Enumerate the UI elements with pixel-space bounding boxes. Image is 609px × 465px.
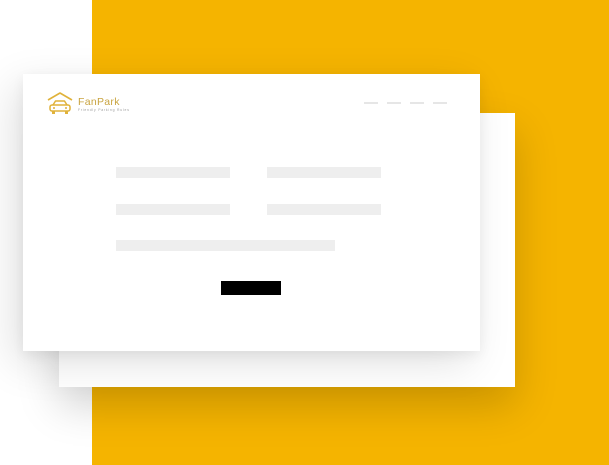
nav-item-1[interactable] xyxy=(364,102,378,104)
form-field-3[interactable] xyxy=(116,204,230,215)
form-field-4[interactable] xyxy=(267,204,381,215)
form-field-2[interactable] xyxy=(267,167,381,178)
nav-item-4[interactable] xyxy=(433,102,447,104)
brand-name: FanPark xyxy=(78,95,120,108)
logo[interactable]: FanPark Friendly Parking Rules xyxy=(45,91,130,117)
brand-tagline: Friendly Parking Rules xyxy=(78,107,130,112)
form-field-1[interactable] xyxy=(116,167,230,178)
submit-button[interactable] xyxy=(221,281,281,295)
form-field-5[interactable] xyxy=(116,240,335,251)
nav-menu xyxy=(364,102,456,104)
nav-item-3[interactable] xyxy=(410,102,424,104)
nav-item-2[interactable] xyxy=(387,102,401,104)
car-garage-icon xyxy=(47,92,73,114)
